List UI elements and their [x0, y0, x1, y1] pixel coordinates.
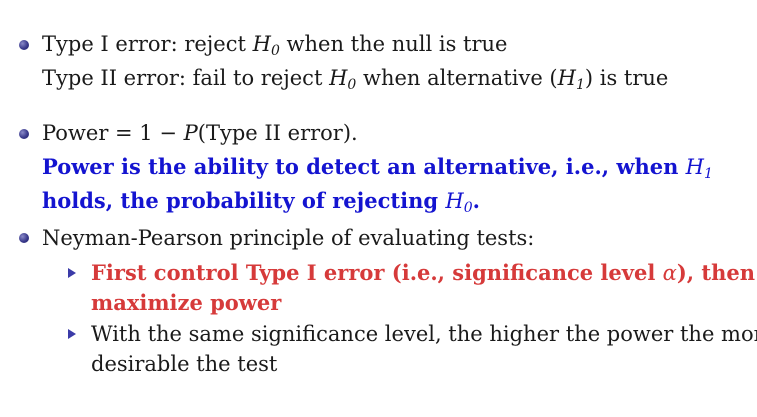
- text-segment: (Type II error).: [197, 121, 358, 145]
- text-segment: Power = 1 −: [42, 121, 184, 145]
- math-letter: H: [445, 189, 464, 213]
- h0-symbol: H0: [445, 189, 473, 216]
- math-letter: H: [329, 66, 348, 90]
- text-segment: .: [472, 188, 480, 213]
- bullet-point-icon: [19, 129, 29, 139]
- sub-bullet-triangle-icon: [68, 268, 76, 278]
- text-segment: holds, the probability of rejecting: [42, 188, 446, 213]
- text-segment: Type II error: fail to reject: [42, 66, 330, 90]
- power-definition-line: Power = 1 − P(Type II error).: [42, 120, 358, 146]
- text-segment: First control Type I error (i.e., signif…: [91, 260, 663, 285]
- neyman-pearson-line: Neyman-Pearson principle of evaluating t…: [42, 226, 535, 250]
- same-significance-line-2: desirable the test: [91, 352, 278, 376]
- text-segment: ), then: [676, 260, 755, 285]
- math-subscript: 1: [575, 77, 585, 93]
- control-type1-line-1: First control Type I error (i.e., signif…: [91, 260, 755, 286]
- text-segment: when the null is true: [279, 32, 508, 56]
- h0-symbol: H0: [252, 32, 280, 59]
- math-subscript: 0: [463, 200, 473, 216]
- math-letter: H: [252, 32, 271, 56]
- type-2-error-line: Type II error: fail to reject H0 when al…: [42, 65, 669, 93]
- h0-symbol: H0: [329, 66, 357, 93]
- p-symbol: P: [183, 121, 198, 145]
- math-subscript: 1: [704, 166, 713, 182]
- text-segment: when alternative (: [356, 66, 558, 90]
- control-type1-line-2: maximize power: [91, 290, 282, 315]
- sub-bullet-triangle-icon: [68, 329, 76, 339]
- text-segment: Power is the ability to detect an altern…: [42, 154, 686, 179]
- type-1-error-line: Type I error: reject H0 when the null is…: [42, 31, 508, 59]
- text-segment: Type I error: reject: [42, 32, 253, 56]
- alpha-symbol: α: [662, 261, 677, 285]
- math-subscript: 0: [270, 43, 280, 59]
- h1-symbol: H1: [685, 155, 713, 182]
- math-letter: H: [557, 66, 576, 90]
- text-segment: ) is true: [584, 66, 669, 90]
- bullet-point-icon: [19, 40, 29, 50]
- h1-symbol: H1: [557, 66, 585, 93]
- power-explanation-line-2: holds, the probability of rejecting H0.: [42, 188, 480, 216]
- same-significance-line-1: With the same significance level, the hi…: [91, 322, 757, 346]
- bullet-point-icon: [19, 233, 29, 243]
- power-explanation-line-1: Power is the ability to detect an altern…: [42, 154, 713, 182]
- math-letter: H: [685, 155, 704, 179]
- math-subscript: 0: [347, 77, 357, 93]
